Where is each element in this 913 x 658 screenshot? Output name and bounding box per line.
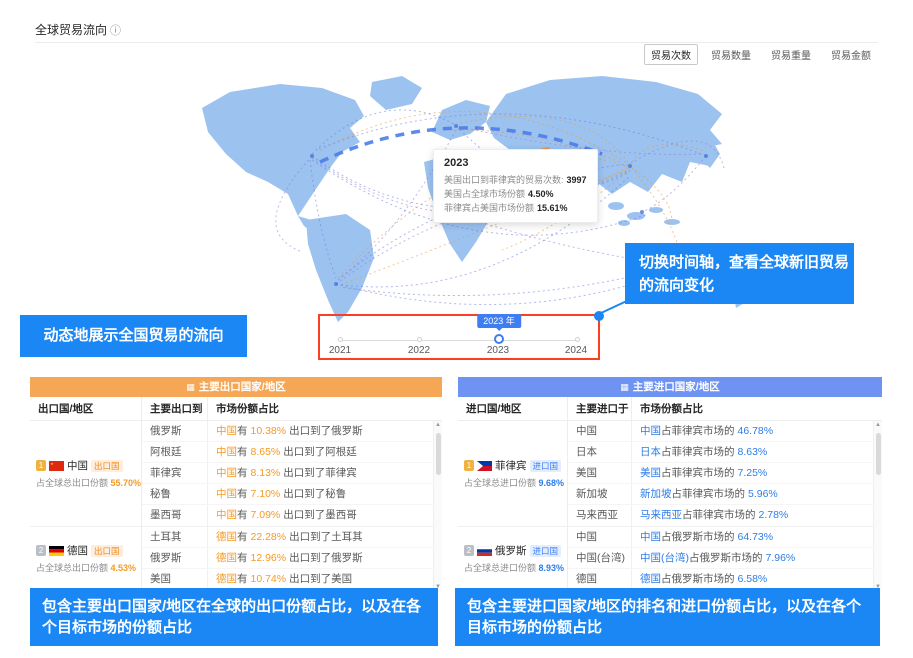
export-table-header: 出口国/地区 主要出口到 市场份额占比: [30, 397, 442, 421]
page-title: 全球贸易流向: [35, 23, 107, 37]
table-row: 新加坡新加坡占菲律宾市场的5.96%: [568, 484, 882, 505]
table-row: 中国中国占俄罗斯市场的64.73%: [568, 527, 882, 548]
global-share: 占全球总进口份额 8.93%: [464, 561, 567, 574]
table-row: 中国(台湾)中国(台湾)占俄罗斯市场的7.96%: [568, 548, 882, 569]
table-row: 墨西哥中国有7.09%出口到了墨西哥: [142, 505, 442, 526]
slider-tick[interactable]: [338, 337, 343, 342]
role-badge: 出口国: [91, 545, 123, 557]
scroll-up-icon[interactable]: ▲: [875, 422, 881, 428]
info-icon[interactable]: ⓘ: [110, 25, 121, 37]
export-group-germany: 2 德国 出口国 占全球总出口份额 4.53% 土耳其德国有22.28%出口到了…: [30, 527, 442, 591]
country-cell: 1 菲律宾 进口国 占全球总进口份额 9.68%: [458, 421, 568, 526]
flag-philippines-icon: [477, 461, 492, 471]
year-slider-track[interactable]: [340, 340, 578, 341]
rank-badge: 1: [36, 460, 46, 471]
tooltip-line: 美国占全球市场份额4.50%: [444, 187, 587, 201]
rank-badge: 1: [464, 460, 474, 471]
flag-russia-icon: [477, 546, 492, 556]
trade-flow-page: 全球贸易流向ⓘ 贸易次数 贸易数量 贸易重量 贸易金额: [0, 0, 913, 658]
flag-germany-icon: [49, 546, 64, 556]
country-name: 中国: [67, 458, 88, 473]
export-group-china: 1 中国 出口国 占全球总出口份额 55.70% 俄罗斯中国有10.38%出口到…: [30, 421, 442, 527]
table-row: 德国德国占俄罗斯市场的6.58%: [568, 569, 882, 590]
export-table-scrollbar[interactable]: ▲ ▼: [433, 421, 442, 591]
rank-badge: 2: [36, 545, 46, 556]
import-table-scrollbar[interactable]: ▲ ▼: [873, 421, 882, 591]
role-badge: 出口国: [91, 460, 123, 472]
tooltip-year: 2023: [444, 157, 587, 169]
year-label-2024[interactable]: 2024: [554, 345, 598, 356]
column-header: 进口国/地区: [458, 397, 568, 420]
column-header: 主要进口于: [568, 397, 632, 420]
map-tooltip: 2023 美国出口到菲律宾的贸易次数:3997 美国占全球市场份额4.50% 菲…: [433, 149, 598, 223]
table-row: 俄罗斯德国有12.96%出口到了俄罗斯: [142, 548, 442, 569]
country-cell: 1 中国 出口国 占全球总出口份额 55.70%: [30, 421, 142, 526]
table-row: 俄罗斯中国有10.38%出口到了俄罗斯: [142, 421, 442, 442]
import-table-header: 进口国/地区 主要进口于 市场份额占比: [458, 397, 882, 421]
table-row: 美国德国有10.74%出口到了美国: [142, 569, 442, 590]
import-table-title: 主要进口国家/地区: [633, 381, 720, 393]
year-slider-handle[interactable]: [494, 334, 504, 344]
column-header: 市场份额占比: [632, 397, 882, 420]
country-name: 俄罗斯: [495, 543, 527, 558]
scroll-up-icon[interactable]: ▲: [435, 422, 441, 428]
year-label-2023[interactable]: 2023: [476, 345, 520, 356]
import-table: ▦ 主要进口国家/地区 进口国/地区 主要进口于 市场份额占比 1 菲律宾 进口国…: [458, 377, 882, 591]
year-label-2021[interactable]: 2021: [318, 345, 362, 356]
timeline-annotation-frame: 2023 年 2021 2022 2023 2024: [318, 314, 600, 360]
scrollbar-thumb[interactable]: [436, 433, 441, 475]
metric-button-trade-quantity[interactable]: 贸易数量: [704, 44, 758, 65]
import-group-russia: 2 俄罗斯 进口国 占全球总进口份额 8.93% 中国中国占俄罗斯市场的64.7…: [458, 527, 882, 591]
table-icon: ▦: [620, 382, 629, 392]
map-callout-left: 动态地展示全国贸易的流向: [20, 315, 247, 357]
global-share: 占全球总出口份额 55.70%: [36, 476, 141, 489]
rank-badge: 2: [464, 545, 474, 556]
tooltip-line: 美国出口到菲律宾的贸易次数:3997: [444, 173, 587, 187]
table-row: 阿根廷中国有8.65%出口到了阿根廷: [142, 442, 442, 463]
column-header: 市场份额占比: [208, 397, 442, 420]
export-table-callout: 包含主要出口国家/地区在全球的出口份额占比，以及在各个目标市场的份额占比: [30, 588, 438, 646]
page-header: 全球贸易流向ⓘ: [35, 21, 121, 38]
import-table-callout: 包含主要进口国家/地区的排名和进口份额占比，以及在各个目标市场的份额占比: [455, 588, 880, 646]
import-table-body: 1 菲律宾 进口国 占全球总进口份额 9.68% 中国中国占菲律宾市场的46.7…: [458, 421, 882, 591]
column-header: 出口国/地区: [30, 397, 142, 420]
slider-tick[interactable]: [575, 337, 580, 342]
global-share: 占全球总进口份额 9.68%: [464, 476, 567, 489]
slider-tick[interactable]: [417, 337, 422, 342]
metric-button-trade-count[interactable]: 贸易次数: [644, 44, 698, 65]
import-group-philippines: 1 菲律宾 进口国 占全球总进口份额 9.68% 中国中国占菲律宾市场的46.7…: [458, 421, 882, 527]
column-header: 主要出口到: [142, 397, 208, 420]
scrollbar-thumb[interactable]: [876, 433, 881, 475]
table-row: 中国中国占菲律宾市场的46.78%: [568, 421, 882, 442]
metric-toolbar: 贸易次数 贸易数量 贸易重量 贸易金额: [644, 44, 878, 65]
metric-button-trade-amount[interactable]: 贸易金额: [824, 44, 878, 65]
selected-year-tooltip: 2023 年: [477, 314, 521, 328]
import-table-titlebar: ▦ 主要进口国家/地区: [458, 377, 882, 397]
map-callout-right: 切换时间轴，查看全球新旧贸易的流向变化: [625, 243, 854, 304]
export-table-body: 1 中国 出口国 占全球总出口份额 55.70% 俄罗斯中国有10.38%出口到…: [30, 421, 442, 591]
country-cell: 2 德国 出口国 占全球总出口份额 4.53%: [30, 527, 142, 590]
country-cell: 2 俄罗斯 进口国 占全球总进口份额 8.93%: [458, 527, 568, 590]
table-row: 秘鲁中国有7.10%出口到了秘鲁: [142, 484, 442, 505]
tooltip-line: 菲律宾占美国市场份额15.61%: [444, 201, 587, 215]
global-share: 占全球总出口份额 4.53%: [36, 561, 141, 574]
country-name: 德国: [67, 543, 88, 558]
year-label-2022[interactable]: 2022: [397, 345, 441, 356]
table-icon: ▦: [186, 382, 195, 392]
header-divider: [35, 42, 878, 43]
flag-china-icon: [49, 461, 64, 471]
table-row: 美国美国占菲律宾市场的7.25%: [568, 463, 882, 484]
country-name: 菲律宾: [495, 458, 527, 473]
table-row: 菲律宾中国有8.13%出口到了菲律宾: [142, 463, 442, 484]
metric-button-trade-weight[interactable]: 贸易重量: [764, 44, 818, 65]
export-table: ▦ 主要出口国家/地区 出口国/地区 主要出口到 市场份额占比 1 中国 出口国 …: [30, 377, 442, 591]
table-row: 日本日本占菲律宾市场的8.63%: [568, 442, 882, 463]
role-badge: 进口国: [530, 545, 562, 557]
table-row: 马来西亚马来西亚占菲律宾市场的2.78%: [568, 505, 882, 526]
export-table-title: 主要出口国家/地区: [199, 381, 286, 393]
table-row: 土耳其德国有22.28%出口到了土耳其: [142, 527, 442, 548]
export-table-titlebar: ▦ 主要出口国家/地区: [30, 377, 442, 397]
role-badge: 进口国: [530, 460, 562, 472]
